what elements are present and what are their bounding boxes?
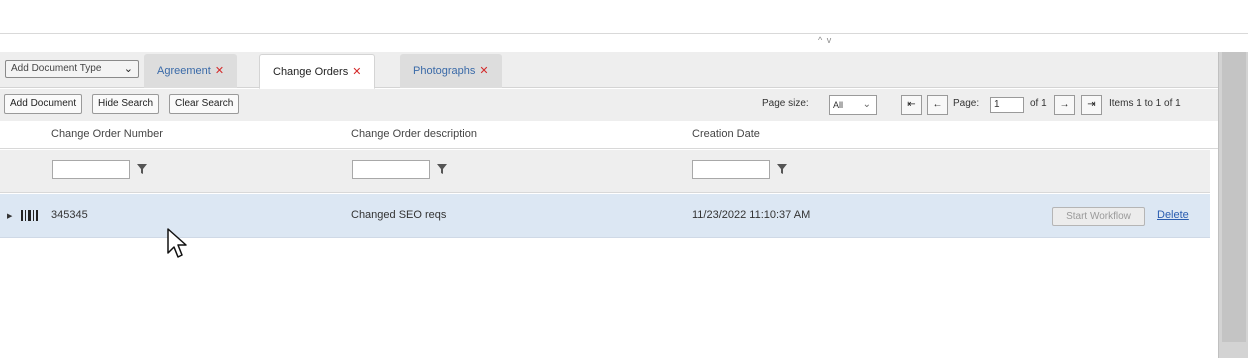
expand-arrow-icon[interactable]: ▶ <box>7 212 12 220</box>
barcode-icon[interactable] <box>20 209 40 222</box>
scrollbar-thumb[interactable] <box>1222 52 1246 342</box>
column-header-change-order-description[interactable]: Change Order description <box>351 128 477 140</box>
collapse-toggle-icon[interactable]: ^ v <box>818 35 832 45</box>
change-order-number-cell: 345345 <box>51 209 88 221</box>
close-icon[interactable]: ✕ <box>352 66 361 78</box>
filter-icon[interactable] <box>136 161 148 177</box>
documents-panel: Add Document Type ⌄ Agreement ✕ Change Or… <box>0 52 1218 358</box>
grid-toolbar: Add Document Hide Search Clear Search Pa… <box>0 89 1218 121</box>
hide-search-button[interactable]: Hide Search <box>92 94 160 114</box>
tab-change-orders-label: Change Orders <box>273 66 349 78</box>
page-label: Page: <box>953 98 980 109</box>
add-document-type-label: Add Document Type <box>11 63 102 74</box>
filter-number-input[interactable] <box>52 160 130 179</box>
filter-description-input[interactable] <box>352 160 430 179</box>
tab-photographs[interactable]: Photographs ✕ <box>400 54 502 88</box>
vertical-scrollbar[interactable] <box>1218 52 1248 358</box>
page-size-select[interactable]: All ⌄ <box>829 95 877 115</box>
mouse-cursor-icon <box>167 228 187 258</box>
close-icon[interactable]: ✕ <box>215 65 224 77</box>
add-document-button[interactable]: Add Document <box>4 94 83 114</box>
tab-change-orders[interactable]: Change Orders ✕ <box>259 54 376 89</box>
last-page-icon[interactable]: ⇥ <box>1081 95 1102 115</box>
filter-icon[interactable] <box>436 161 448 177</box>
tab-agreement[interactable]: Agreement ✕ <box>144 54 238 88</box>
column-header-change-order-number[interactable]: Change Order Number <box>51 128 163 140</box>
filter-row <box>0 150 1210 193</box>
delete-link[interactable]: Delete <box>1157 209 1189 221</box>
change-order-description-cell: Changed SEO reqs <box>351 209 447 221</box>
next-page-icon[interactable]: → <box>1054 95 1075 115</box>
tab-strip: Add Document Type ⌄ Agreement ✕ Change Or… <box>0 52 1218 89</box>
start-workflow-button[interactable]: Start Workflow <box>1052 207 1145 226</box>
first-page-icon[interactable]: ⇤ <box>901 95 922 115</box>
page-total: of 1 <box>1030 98 1047 109</box>
tab-photographs-label: Photographs <box>413 65 476 77</box>
creation-date-cell: 11/23/2022 11:10:37 AM <box>692 209 811 221</box>
clear-search-button[interactable]: Clear Search <box>169 94 240 114</box>
add-document-type-select[interactable]: Add Document Type ⌄ <box>5 60 139 78</box>
tab-agreement-label: Agreement <box>157 65 211 77</box>
page-number-input[interactable]: 1 <box>990 97 1024 113</box>
page-size-value: All <box>833 100 844 110</box>
chevron-down-icon: ⌄ <box>123 63 133 75</box>
top-bar <box>0 0 1248 34</box>
filter-date-input[interactable] <box>692 160 770 179</box>
page-size-label: Page size: <box>762 98 809 109</box>
chevron-down-icon: ⌄ <box>862 99 871 110</box>
close-icon[interactable]: ✕ <box>479 65 488 77</box>
filter-icon[interactable] <box>776 161 788 177</box>
prev-page-icon[interactable]: ← <box>927 95 948 115</box>
column-header-creation-date[interactable]: Creation Date <box>692 128 760 140</box>
column-header-row: Change Order Number Change Order descrip… <box>0 121 1218 149</box>
items-count: Items 1 to 1 of 1 <box>1109 98 1181 109</box>
